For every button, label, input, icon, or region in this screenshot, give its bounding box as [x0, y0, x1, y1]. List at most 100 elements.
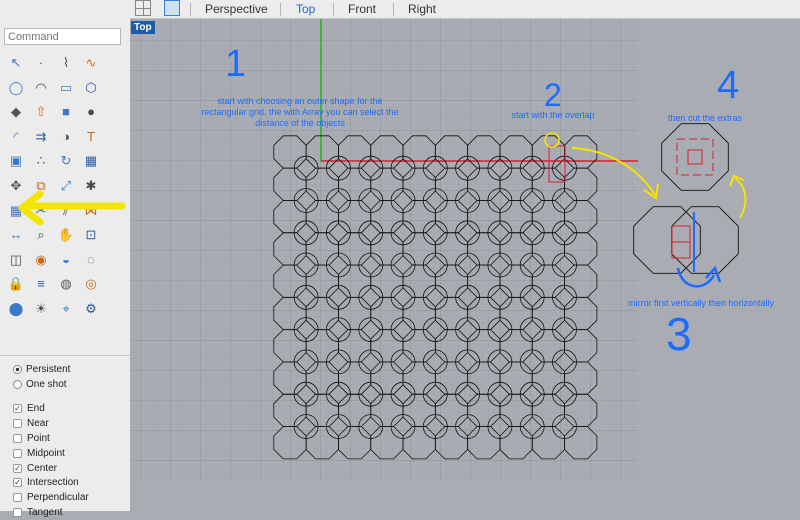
osnap-point[interactable]: Point — [0, 431, 130, 446]
top-viewport[interactable]: Top — [130, 19, 800, 511]
osnap-mode-one-shot[interactable]: One shot — [0, 377, 130, 392]
globe-icon[interactable]: ◎ — [81, 274, 101, 294]
tangent-label: Tangent — [27, 507, 63, 519]
points-icon[interactable]: ∴ — [31, 151, 51, 171]
osnap-tangent[interactable]: Tangent — [0, 505, 130, 520]
osnap-midpoint[interactable]: Midpoint — [0, 446, 130, 461]
osnap-center[interactable]: ✓ Center — [0, 461, 130, 476]
split-icon[interactable]: ⫽ — [56, 201, 76, 221]
step4-number: 4 — [717, 63, 740, 107]
osnap-mode-persistent[interactable]: Persistent — [0, 362, 130, 377]
tab-divider — [280, 3, 281, 16]
circle-icon[interactable]: ◯ — [6, 78, 26, 98]
step1-text: start with choosing an outer shape for t… — [201, 96, 399, 128]
persistent-radio[interactable] — [13, 364, 22, 374]
step3-text: mirror first vertically then horizontall… — [627, 298, 775, 308]
environment-icon[interactable]: ⬤ — [6, 299, 26, 319]
persistent-label: Persistent — [26, 363, 71, 375]
group-icon[interactable]: ▣ — [6, 151, 26, 171]
midpoint-checkbox[interactable] — [13, 448, 22, 458]
command-input[interactable] — [4, 28, 121, 45]
point-checkbox[interactable] — [13, 434, 22, 444]
scale-icon[interactable]: ⤢ — [56, 176, 76, 196]
render-icon[interactable]: ◉ — [31, 250, 51, 270]
box-icon[interactable]: ■ — [56, 102, 76, 122]
offset-icon[interactable]: ⇉ — [31, 127, 51, 147]
lasso-icon[interactable]: ◌ — [81, 250, 101, 270]
rectangle-icon[interactable]: ▭ — [56, 78, 76, 98]
explode-icon[interactable]: ✱ — [81, 176, 101, 196]
intersection-label: Intersection — [27, 477, 79, 489]
extrude-icon[interactable]: ⇧ — [31, 102, 51, 122]
tab-top[interactable]: Top — [296, 2, 315, 16]
osnap-perpendicular[interactable]: Perpendicular — [0, 490, 130, 505]
fillet-icon[interactable]: ◜ — [6, 127, 26, 147]
text-icon[interactable]: T — [81, 127, 101, 147]
end-checkbox[interactable]: ✓ — [13, 404, 22, 414]
pan-icon[interactable]: ✋ — [56, 225, 76, 245]
intersection-checkbox[interactable]: ✓ — [13, 478, 22, 488]
toolbar-palette: ↖ · ⌇ ∿ ◯ ◠ ▭ ⬡ ◆ ⇧ ■ ● ◜ ⇉ ◑ T ▣ ∴ ↻ ▦ ✥ ⧉ ⤢ ✱ ▦ ✂ ⫽ ⋈ ↔ ⌕ ✋ ⊡ ◫ ◉ ◒ ◌ 🔒 ≡ ◍ ◎… — [2, 53, 126, 325]
color-wheel-icon[interactable]: ◍ — [56, 274, 76, 294]
dimension-icon[interactable]: ↔ — [6, 225, 26, 245]
left-panel: ↖·⌇∿◯◠▭⬡◆⇧■●◜⇉◑T▣∴↻▦✥⧉⤢✱▦✂⫽⋈↔⌕✋⊡◫◉◒◌🔒≡◍◎… — [0, 0, 131, 518]
curve-icon[interactable]: ∿ — [81, 53, 101, 73]
move-icon[interactable]: ✥ — [6, 176, 26, 196]
surface-icon[interactable]: ◆ — [6, 102, 26, 122]
osnap-intersection[interactable]: ✓ Intersection — [0, 476, 130, 491]
sphere-icon[interactable]: ● — [81, 102, 101, 122]
copy-icon[interactable]: ⧉ — [31, 176, 51, 196]
step2-text: start with the overlap — [511, 110, 595, 120]
point-icon[interactable]: · — [31, 53, 51, 73]
tab-perspective[interactable]: Perspective — [205, 2, 268, 16]
tangent-checkbox[interactable] — [13, 508, 22, 518]
tab-divider — [190, 3, 191, 16]
rotate-icon[interactable]: ↻ — [56, 151, 76, 171]
osnap-near[interactable]: Near — [0, 416, 130, 431]
single-view-layout-icon[interactable] — [164, 0, 180, 16]
osnap-end[interactable]: ✓ End — [0, 402, 130, 417]
viewport-tabbar: Perspective Top Front Right — [130, 0, 800, 19]
polygon-icon[interactable]: ⬡ — [81, 78, 101, 98]
near-label: Near — [27, 418, 49, 430]
material-icon[interactable]: ◒ — [56, 250, 76, 270]
layer-icon[interactable]: ≡ — [31, 274, 51, 294]
lock-icon[interactable]: 🔒 — [6, 274, 26, 294]
perpendicular-label: Perpendicular — [27, 492, 89, 504]
one-shot-label: One shot — [26, 378, 67, 390]
snapshot-icon[interactable]: ◫ — [6, 250, 26, 270]
center-label: Center — [27, 462, 58, 474]
zoom-window-icon[interactable]: ⊡ — [81, 225, 101, 245]
arc-icon[interactable]: ◠ — [31, 78, 51, 98]
viewport-label[interactable]: Top — [131, 21, 155, 34]
mesh-icon[interactable]: ▦ — [81, 151, 101, 171]
tab-divider — [393, 3, 394, 16]
viewport-canvas[interactable] — [130, 19, 800, 511]
step3-number: 3 — [666, 308, 692, 360]
center-checkbox[interactable]: ✓ — [13, 463, 22, 473]
select-point-icon[interactable]: ↖ — [6, 53, 26, 73]
point-label: Point — [27, 433, 50, 445]
midpoint-label: Midpoint — [27, 447, 65, 459]
join-icon[interactable]: ⋈ — [81, 201, 101, 221]
analyze-icon[interactable]: ⌖ — [56, 299, 76, 319]
tab-divider — [333, 3, 334, 16]
polyline-icon[interactable]: ⌇ — [56, 53, 76, 73]
properties-icon[interactable]: ⚙ — [81, 299, 101, 319]
one-shot-radio[interactable] — [13, 379, 22, 389]
array-icon[interactable]: ▦ — [6, 201, 26, 221]
tab-right[interactable]: Right — [408, 2, 436, 16]
perpendicular-checkbox[interactable] — [13, 493, 22, 503]
step1-number: 1 — [225, 43, 247, 85]
light-icon[interactable]: ☀ — [31, 299, 51, 319]
trim-icon[interactable]: ✂ — [31, 201, 51, 221]
zoom-icon[interactable]: ⌕ — [31, 225, 51, 245]
osnap-panel: Persistent One shot ✓ End Near Point Midp… — [0, 355, 130, 520]
boolean-icon[interactable]: ◑ — [56, 127, 76, 147]
step2-number: 2 — [544, 77, 562, 113]
near-checkbox[interactable] — [13, 419, 22, 429]
tab-front[interactable]: Front — [348, 2, 376, 16]
four-view-layout-icon[interactable] — [135, 0, 151, 16]
step4-text: then cut the extras — [667, 113, 743, 123]
construction-grid — [130, 19, 638, 480]
